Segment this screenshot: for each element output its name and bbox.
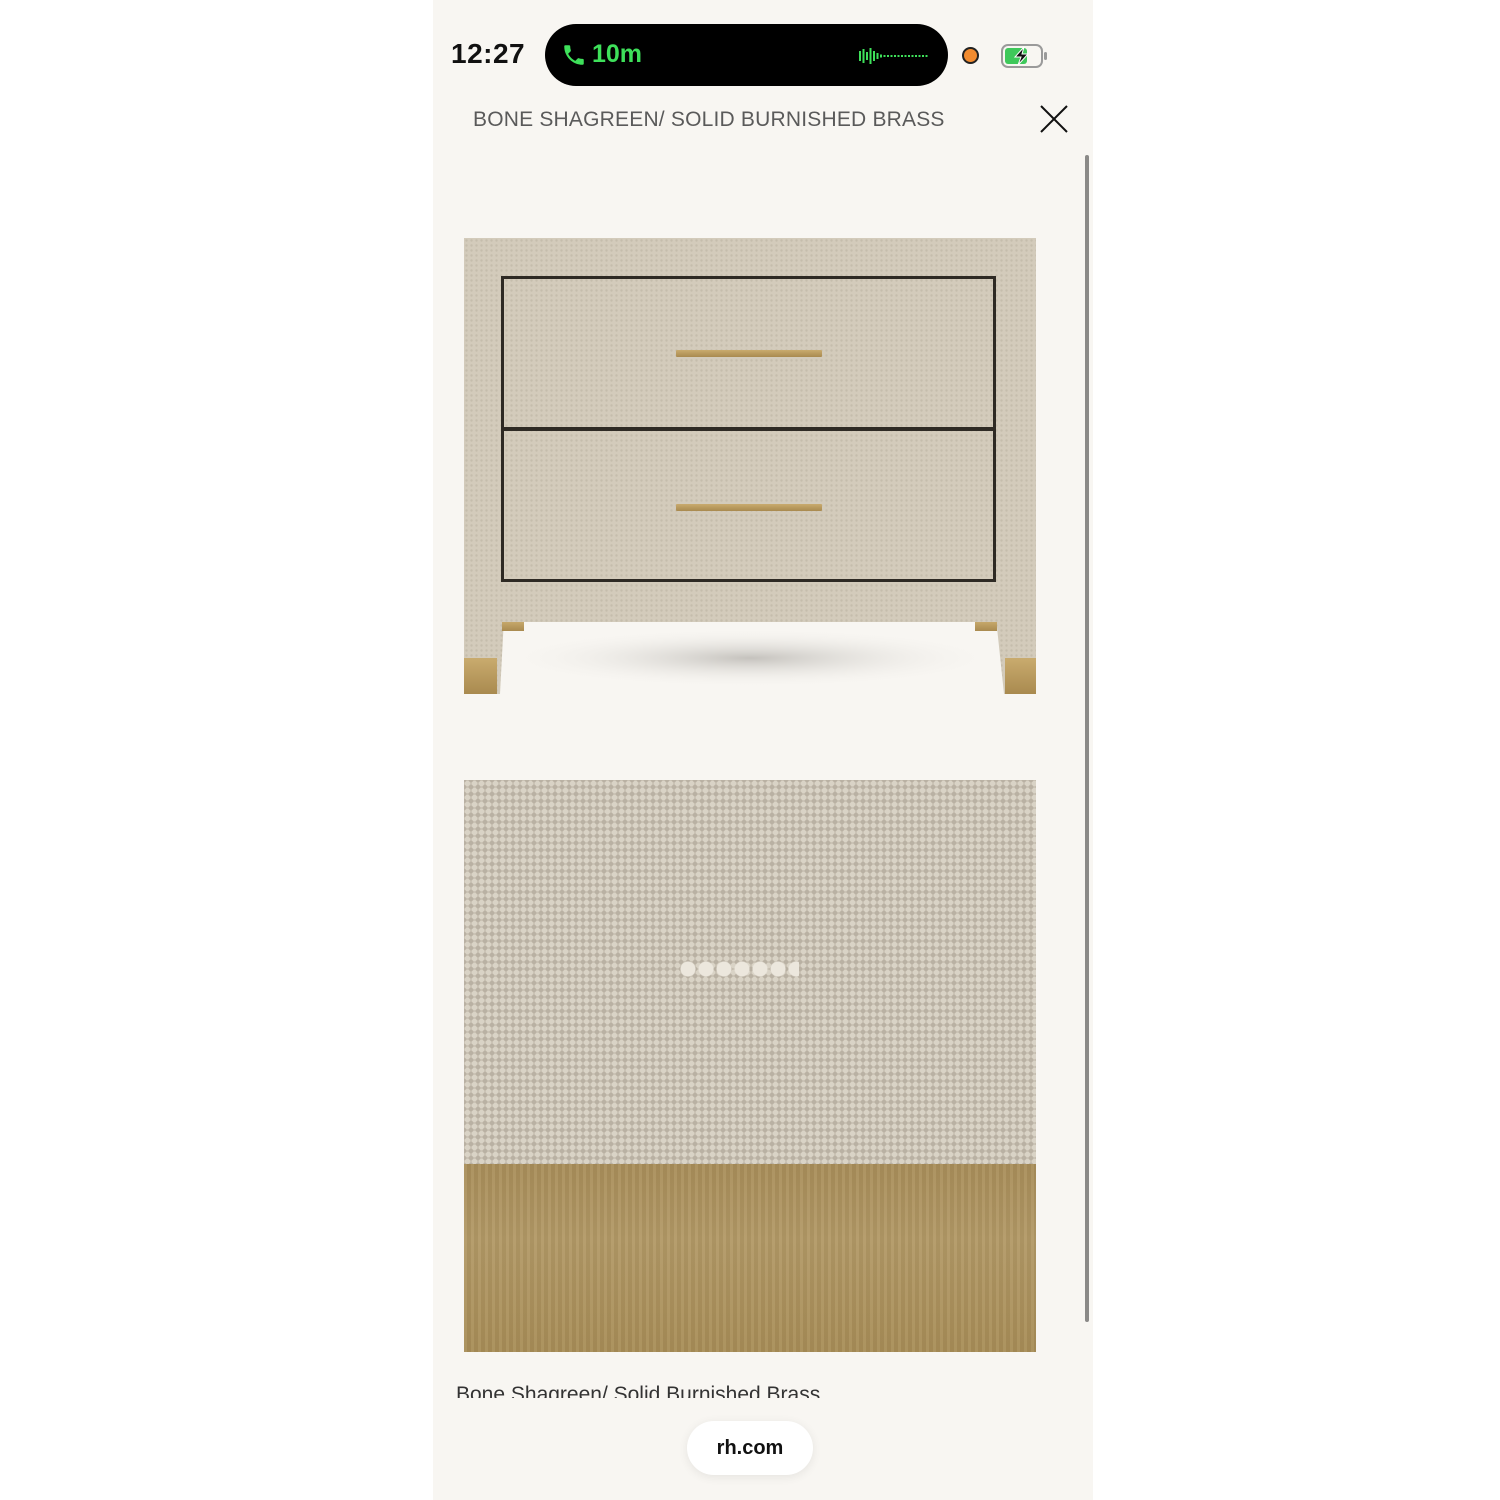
scrollbar[interactable] xyxy=(1085,155,1089,1322)
audio-waveform-icon xyxy=(859,48,928,64)
shagreen-spine xyxy=(679,960,799,978)
phone-screen: 12:27 10m BONE SHAGREEN/ SOLID BURNISHED… xyxy=(433,0,1093,1500)
nightstand-product-image xyxy=(464,238,1036,694)
finish-swatch-image xyxy=(464,780,1036,1352)
brass-texture xyxy=(464,1164,1036,1352)
close-icon[interactable] xyxy=(1037,102,1071,136)
url-bar[interactable]: rh.com xyxy=(687,1421,813,1475)
status-bar: 12:27 10m xyxy=(433,0,1093,100)
swatch-caption: Bone Shagreen/ Solid Burnished Brass xyxy=(456,1383,821,1398)
call-duration: 10m xyxy=(592,40,643,68)
recording-indicator-icon xyxy=(962,47,979,64)
dynamic-island-call[interactable]: 10m xyxy=(545,24,948,86)
page-title: BONE SHAGREEN/ SOLID BURNISHED BRASS xyxy=(473,108,945,131)
phone-icon xyxy=(564,45,584,65)
status-clock: 12:27 xyxy=(451,38,526,69)
battery-charging-icon xyxy=(1001,44,1047,68)
